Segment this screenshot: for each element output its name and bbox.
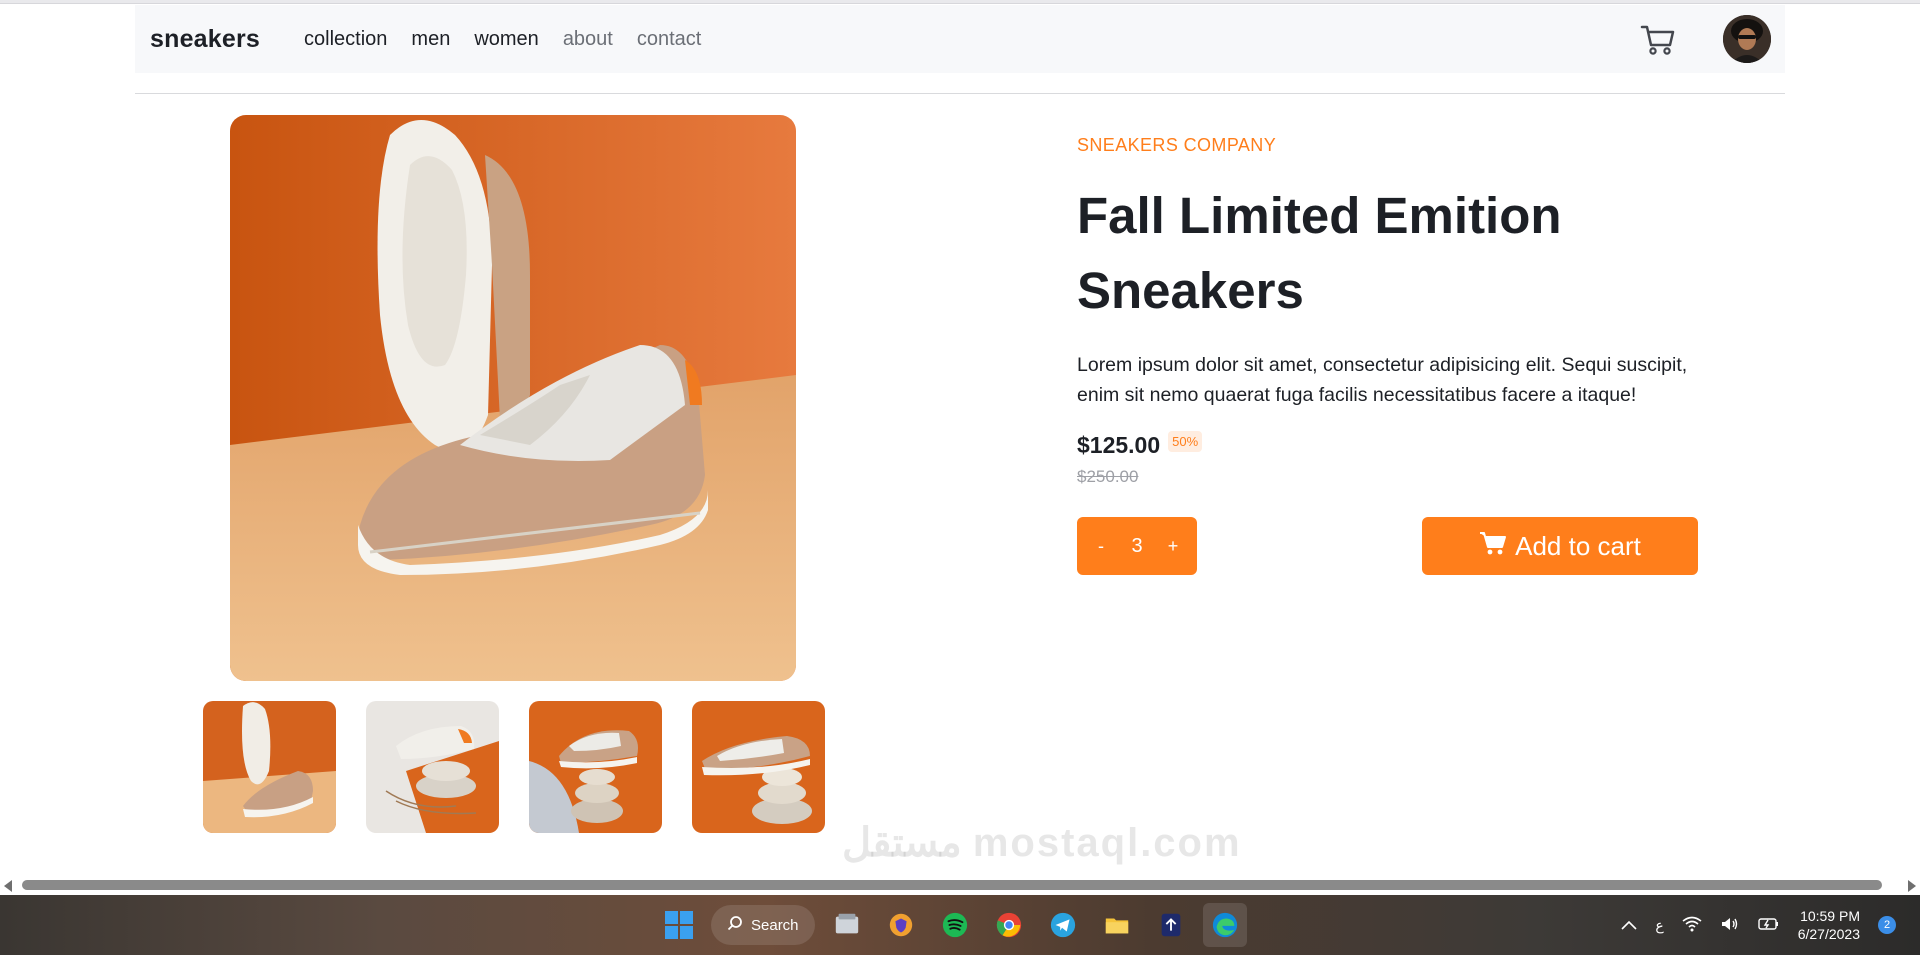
clock-date: 6/27/2023	[1797, 926, 1860, 942]
add-to-cart-label: Add to cart	[1515, 530, 1641, 561]
search-label: Search	[751, 916, 799, 934]
volume-icon[interactable]	[1720, 916, 1740, 935]
add-to-cart-button[interactable]: Add to cart	[1422, 517, 1698, 575]
wifi-icon[interactable]	[1682, 916, 1702, 935]
nav-divider	[135, 93, 1785, 94]
nav-link-contact[interactable]: contact	[637, 28, 701, 51]
nav-links: collection men women about contact	[304, 28, 701, 51]
taskbar-clock[interactable]: 10:59 PM 6/27/2023	[1798, 907, 1860, 943]
nav-link-collection[interactable]: collection	[304, 28, 387, 51]
upload-app-icon[interactable]	[1149, 903, 1193, 947]
product-title-line2: Sneakers	[1077, 262, 1304, 319]
taskbar-apps: Search	[657, 903, 1247, 947]
discount-badge: 50%	[1168, 431, 1203, 452]
thumbnail-4[interactable]	[692, 701, 825, 833]
search-icon	[727, 915, 743, 935]
product-main-image[interactable]	[230, 115, 796, 681]
language-indicator[interactable]: ع	[1655, 917, 1663, 934]
windows-start-icon[interactable]	[657, 903, 701, 947]
cart-icon[interactable]	[1638, 19, 1678, 59]
file-manager-icon[interactable]	[825, 903, 869, 947]
quantity-value: 3	[1131, 534, 1143, 557]
notification-badge[interactable]: 2	[1878, 916, 1896, 934]
nav-link-about[interactable]: about	[563, 28, 613, 51]
navbar: sneakers collection men women about cont…	[135, 5, 1785, 73]
watermark: مستقل mostaql.com	[842, 821, 1242, 865]
product-title: Fall Limited Emition Sneakers	[1077, 178, 1717, 328]
thumbnail-3[interactable]	[529, 701, 662, 833]
decrease-quantity-button[interactable]: -	[1091, 536, 1111, 557]
purchase-actions: - 3 + Add to cart	[1077, 517, 1717, 575]
spotify-icon[interactable]	[933, 903, 977, 947]
product-details: SNEAKERS COMPANY Fall Limited Emition Sn…	[1077, 135, 1717, 575]
thumbnail-2[interactable]	[366, 701, 499, 833]
nav-actions	[1638, 5, 1785, 73]
scroll-right-arrow-icon[interactable]	[1908, 880, 1916, 892]
browser-top-edge	[0, 0, 1920, 4]
battery-icon[interactable]	[1758, 917, 1780, 934]
price-row: $125.00 50%	[1077, 431, 1717, 459]
user-avatar[interactable]	[1723, 15, 1771, 63]
nav-link-men[interactable]: men	[411, 28, 450, 51]
company-name: SNEAKERS COMPANY	[1077, 135, 1277, 155]
scrollbar-thumb[interactable]	[22, 880, 1882, 890]
vpn-shield-icon[interactable]	[879, 903, 923, 947]
telegram-icon[interactable]	[1041, 903, 1085, 947]
taskbar-search[interactable]: Search	[711, 905, 815, 945]
clock-time: 10:59 PM	[1800, 908, 1860, 924]
chrome-icon[interactable]	[987, 903, 1031, 947]
original-price: $250.00	[1077, 467, 1139, 486]
current-price: $125.00	[1077, 432, 1161, 458]
product-title-line1: Fall Limited Emition	[1077, 187, 1562, 244]
increase-quantity-button[interactable]: +	[1163, 536, 1183, 557]
product-description: Lorem ipsum dolor sit amet, consectetur …	[1077, 354, 1688, 406]
system-tray: ع 10:59 PM 6/27/2023 2	[1621, 895, 1896, 955]
thumbnail-1[interactable]	[203, 701, 336, 833]
quantity-stepper: - 3 +	[1077, 517, 1197, 575]
horizontal-scrollbar[interactable]	[0, 876, 1920, 896]
scroll-left-arrow-icon[interactable]	[4, 880, 12, 892]
cart-icon	[1479, 530, 1507, 563]
edge-browser-icon[interactable]	[1202, 903, 1247, 947]
nav-link-women[interactable]: women	[474, 28, 538, 51]
folder-icon[interactable]	[1095, 903, 1139, 947]
brand-logo[interactable]: sneakers	[150, 25, 260, 54]
thumbnail-gallery	[203, 701, 825, 833]
chevron-up-icon[interactable]	[1621, 917, 1637, 933]
windows-taskbar: Search ع 10:59 PM 6/27/2023 2	[0, 895, 1920, 955]
